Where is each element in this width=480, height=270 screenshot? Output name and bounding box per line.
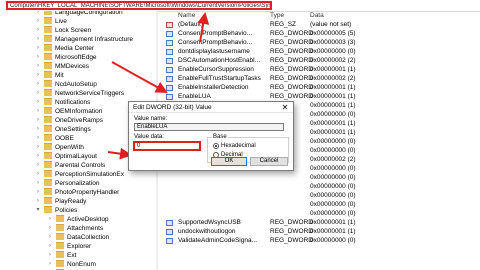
arrow-to-enablelua [111,61,168,93]
ok-button[interactable]: OK [211,157,247,166]
arrow-to-value-data [107,147,132,160]
value-data-label: Value data: [134,134,164,140]
edit-dword-dialog: Edit DWORD (32-bit) Value ✕ Value name: … [128,101,294,171]
hexadecimal-radio[interactable] [213,143,219,149]
close-icon[interactable]: ✕ [280,102,290,113]
dialog-title: Edit DWORD (32-bit) Value [129,102,293,113]
value-name-label: Value name: [134,116,168,122]
cancel-button[interactable]: Cancel [250,157,288,166]
arrow-to-address [197,12,210,43]
value-data-field[interactable]: 0 [133,141,201,151]
value-name-field[interactable]: EnableLUA [134,123,284,131]
hexadecimal-label: Hexadecimal [221,143,256,149]
base-label: Base [212,134,228,141]
